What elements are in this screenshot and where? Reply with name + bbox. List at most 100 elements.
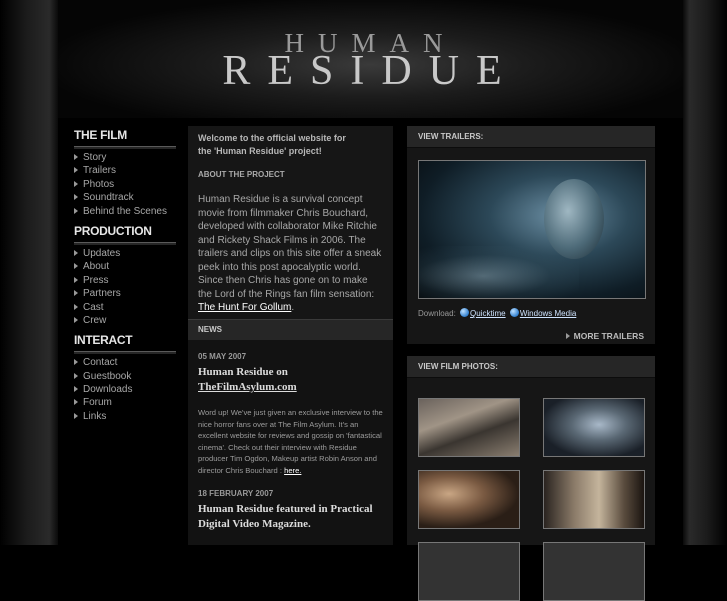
arrow-icon xyxy=(74,412,78,419)
about-heading: ABOUT THE PROJECT xyxy=(198,170,285,179)
nav-item-guestbook[interactable]: Guestbook xyxy=(74,370,176,383)
nav-item-label: Links xyxy=(83,410,107,422)
logo-line-residue: RESIDUE xyxy=(222,48,519,94)
nav-item-about[interactable]: About xyxy=(74,260,176,273)
nav-item-label: Cast xyxy=(83,301,104,313)
windows-media-icon xyxy=(509,308,519,317)
nav-title-the-film: THE FILM xyxy=(74,128,176,147)
interview-here-link[interactable]: here. xyxy=(284,466,301,475)
nav-item-partners[interactable]: Partners xyxy=(74,287,176,300)
arrow-icon xyxy=(74,249,78,256)
welcome-line-2: the 'Human Residue' project! xyxy=(198,146,322,156)
nav-item-crew[interactable]: Crew xyxy=(74,314,176,327)
nav-item-behind-the-scenes[interactable]: Behind the Scenes xyxy=(74,205,176,218)
nav-item-soundtrack[interactable]: Soundtrack xyxy=(74,191,176,204)
nav-section-interact: INTERACT Contact Guestbook Downloads For… xyxy=(74,333,176,423)
about-text: Human Residue is a survival concept movi… xyxy=(198,194,382,300)
news-header-bar: NEWS xyxy=(188,319,393,341)
film-photo-thumbnail[interactable] xyxy=(543,542,645,601)
right-edge-decoration xyxy=(683,0,727,545)
film-photo-thumbnail[interactable] xyxy=(418,470,520,529)
site-header: HUMAN RESIDUE xyxy=(58,0,683,118)
news-title: Human Residue on TheFilmAsylum.com xyxy=(188,361,393,395)
film-photo-thumbnail[interactable] xyxy=(418,398,520,457)
about-end: . xyxy=(291,302,295,313)
nav-item-label: Updates xyxy=(83,247,121,259)
arrow-icon xyxy=(74,194,78,201)
trailers-panel: VIEW TRAILERS: Download: Quicktime Windo… xyxy=(407,126,655,344)
news-heading: NEWS xyxy=(198,325,222,334)
news-date: 18 FEBRUARY 2007 xyxy=(198,488,274,498)
arrow-icon xyxy=(74,290,78,297)
film-photo-thumbnail[interactable] xyxy=(543,398,645,457)
nav-item-label: About xyxy=(83,261,110,273)
main-content: Welcome to the official website for the … xyxy=(188,126,393,545)
arrow-icon xyxy=(74,303,78,310)
hunt-for-gollum-link[interactable]: The Hunt For Gollum xyxy=(198,302,291,313)
nav-item-forum[interactable]: Forum xyxy=(74,396,176,409)
trailer-video-thumbnail[interactable] xyxy=(418,160,646,299)
more-trailers-link[interactable]: MORE TRAILERS xyxy=(565,331,644,341)
left-nav: THE FILM Story Trailers Photos Soundtrac… xyxy=(74,128,176,429)
arrow-icon xyxy=(74,167,78,174)
nav-item-downloads[interactable]: Downloads xyxy=(74,383,176,396)
news-body-text: Word up! We've just given an exclusive i… xyxy=(198,408,383,475)
nav-item-contact[interactable]: Contact xyxy=(74,356,176,369)
trailers-header-bar: VIEW TRAILERS: xyxy=(407,126,655,148)
film-asylum-link[interactable]: TheFilmAsylum.com xyxy=(198,380,383,395)
nav-item-label: Press xyxy=(83,274,109,286)
trailers-heading: VIEW TRAILERS: xyxy=(418,132,484,141)
nav-item-label: Trailers xyxy=(83,165,116,177)
download-label: Download: xyxy=(418,309,456,318)
news-list: 05 MAY 2007 Human Residue on TheFilmAsyl… xyxy=(188,340,393,545)
video-mist xyxy=(419,246,579,298)
windows-media-link[interactable]: Windows Media xyxy=(520,309,576,318)
nav-item-label: Story xyxy=(83,152,107,163)
nav-title-production: PRODUCTION xyxy=(74,224,176,243)
nav-title-interact: INTERACT xyxy=(74,333,176,353)
arrow-icon xyxy=(74,154,78,160)
nav-item-label: Partners xyxy=(83,288,121,300)
nav-item-label: Crew xyxy=(83,314,107,326)
about-paragraph: Human Residue is a survival concept movi… xyxy=(188,179,393,315)
nav-item-label: Photos xyxy=(83,178,115,190)
arrow-icon xyxy=(565,333,570,339)
welcome-line-1: Welcome to the official website for xyxy=(198,133,346,143)
nav-item-label: Contact xyxy=(83,357,118,369)
quicktime-link[interactable]: Quicktime xyxy=(470,309,506,318)
nav-item-trailers[interactable]: Trailers xyxy=(74,164,176,177)
arrow-icon xyxy=(74,359,78,366)
nav-item-label: Forum xyxy=(83,397,112,409)
news-title-prefix: Human Residue on xyxy=(198,366,288,378)
nav-section-production: PRODUCTION Updates About Press Partners … xyxy=(74,224,176,327)
arrow-icon xyxy=(74,372,78,379)
nav-item-updates[interactable]: Updates xyxy=(74,247,176,260)
left-edge-decoration xyxy=(0,0,58,545)
film-photo-thumbnail[interactable] xyxy=(418,542,520,601)
news-date: 05 MAY 2007 xyxy=(198,352,247,361)
more-trailers-label: MORE TRAILERS xyxy=(573,331,644,341)
arrow-icon xyxy=(74,276,78,283)
nav-item-label: Downloads xyxy=(83,384,133,396)
arrow-icon xyxy=(74,180,78,187)
photos-heading: VIEW FILM PHOTOS: xyxy=(418,362,498,371)
film-photo-thumbnail[interactable] xyxy=(543,470,645,529)
welcome-text: Welcome to the official website for the … xyxy=(188,126,393,158)
download-links: Download: Quicktime Windows Media xyxy=(418,308,576,318)
nav-item-label: Behind the Scenes xyxy=(83,205,167,217)
nav-item-photos[interactable]: Photos xyxy=(74,178,176,191)
arrow-icon xyxy=(74,207,78,214)
news-title[interactable]: Human Residue featured in Practical Digi… xyxy=(188,498,393,532)
nav-item-cast[interactable]: Cast xyxy=(74,301,176,314)
nav-item-links[interactable]: Links xyxy=(74,410,176,423)
arrow-icon xyxy=(74,399,78,406)
photos-header-bar: VIEW FILM PHOTOS: xyxy=(407,356,655,378)
nav-item-story[interactable]: Story xyxy=(74,151,176,164)
nav-item-label: Guestbook xyxy=(83,370,132,382)
nav-section-the-film: THE FILM Story Trailers Photos Soundtrac… xyxy=(74,128,176,218)
nav-item-label: Soundtrack xyxy=(83,192,134,204)
nav-item-press[interactable]: Press xyxy=(74,274,176,287)
video-shadow xyxy=(569,161,645,298)
photos-panel: VIEW FILM PHOTOS: xyxy=(407,356,655,601)
arrow-icon xyxy=(74,316,78,323)
